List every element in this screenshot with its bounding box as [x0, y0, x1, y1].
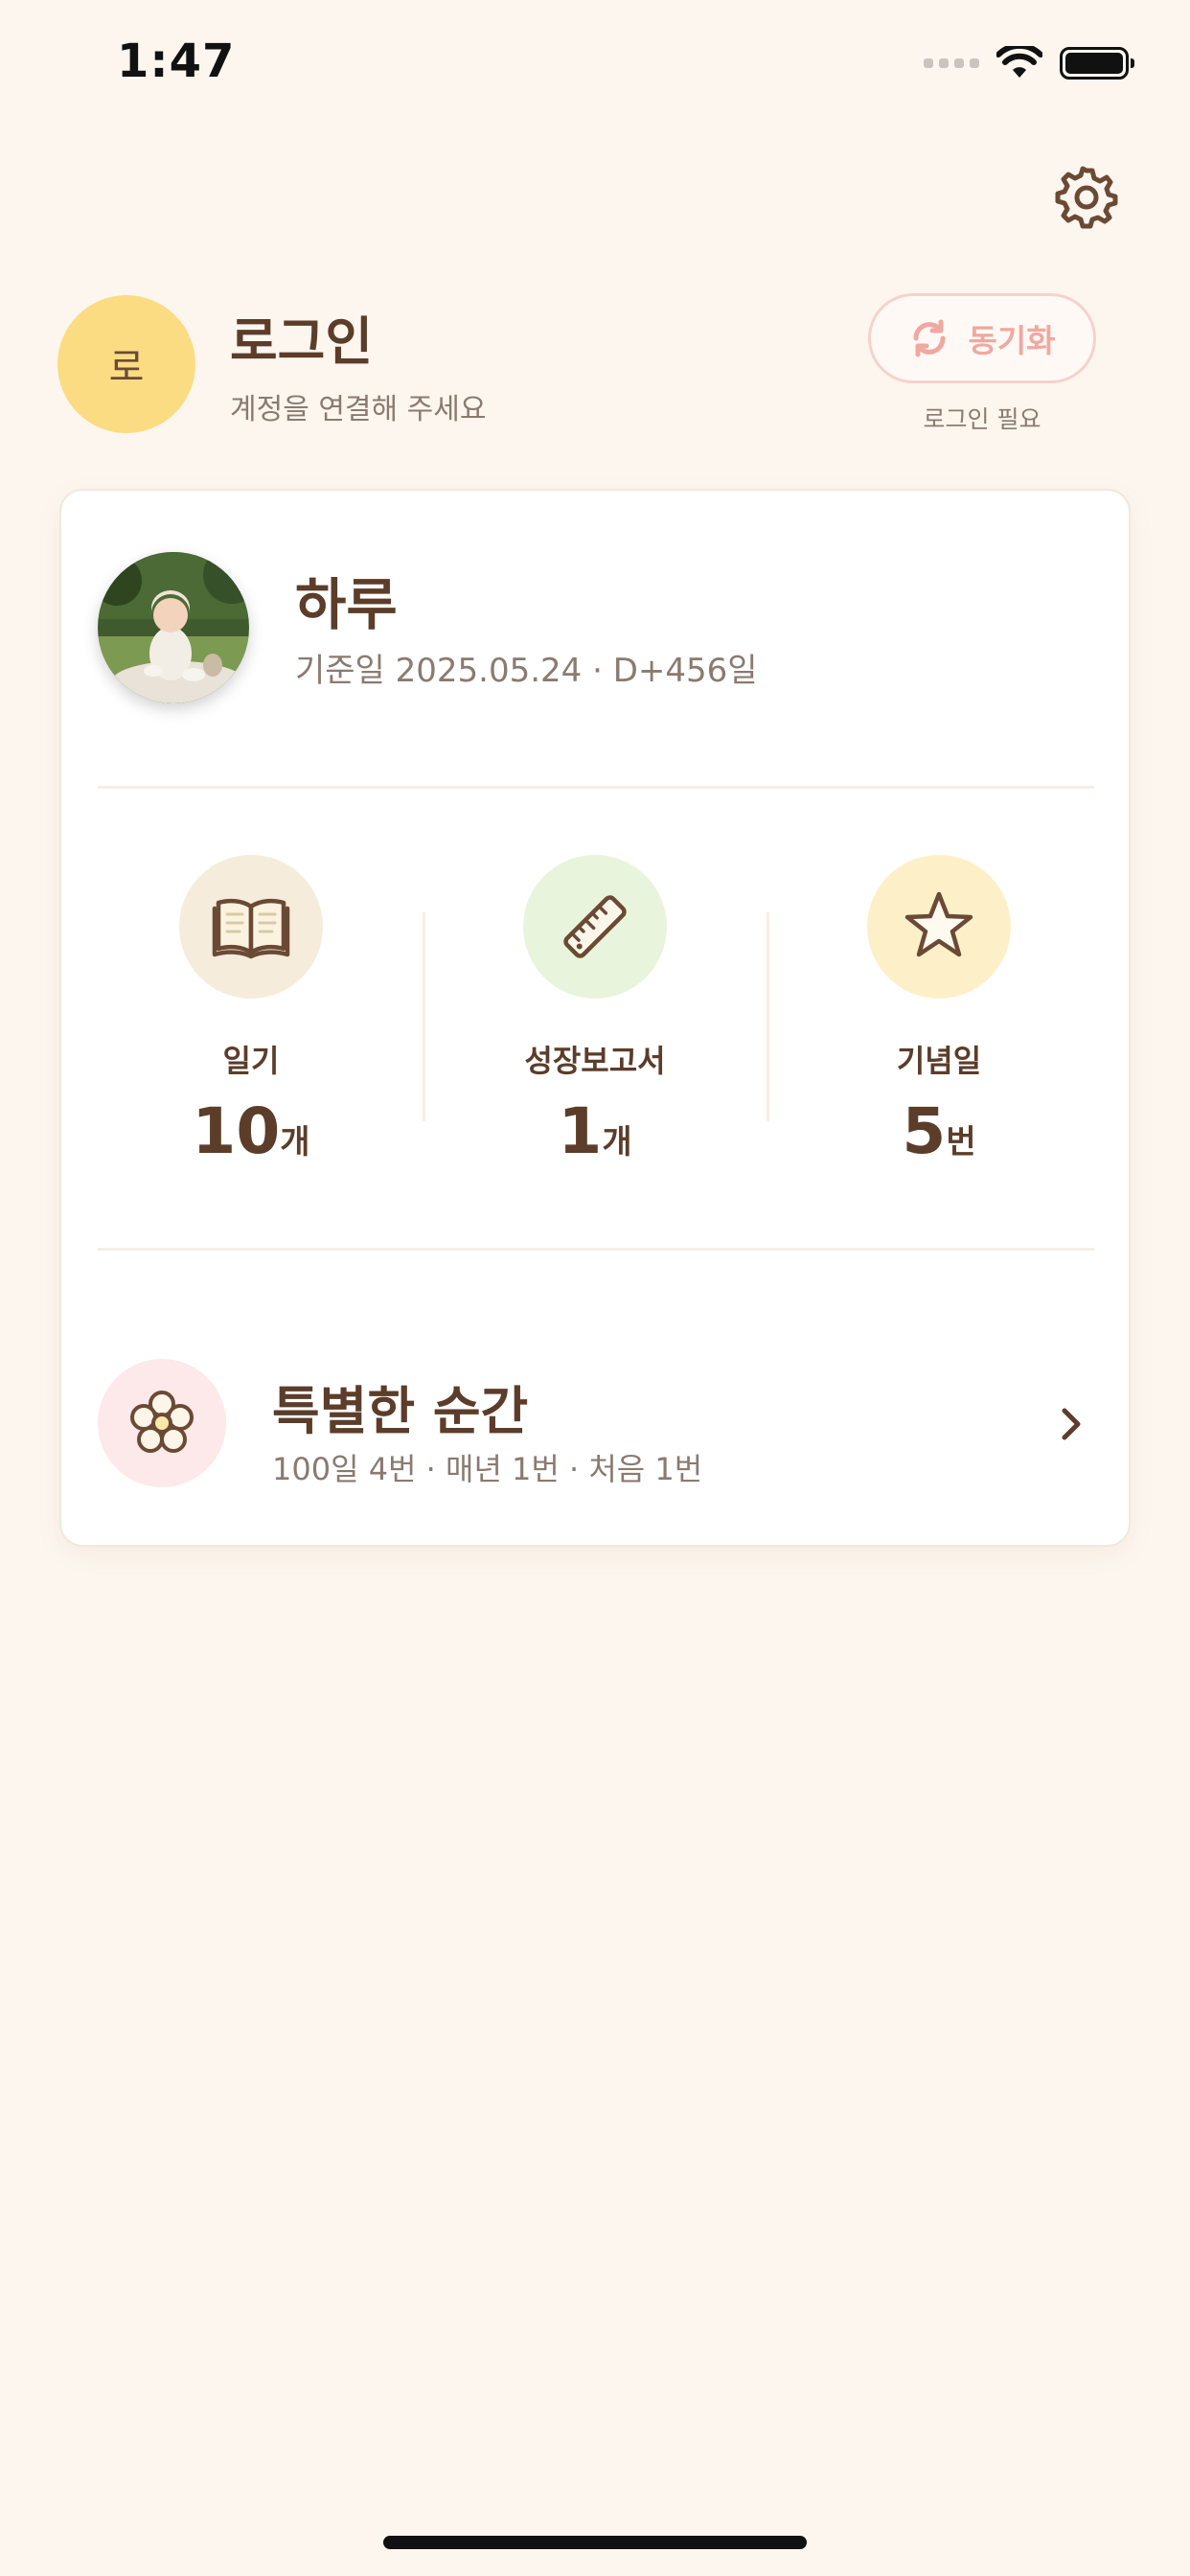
sync-button-label: 동기화	[968, 322, 1056, 359]
status-bar: 1:47	[0, 0, 1190, 134]
login-title[interactable]: 로그인	[230, 299, 373, 375]
stat-diary-label: 일기	[222, 1043, 280, 1079]
settings-button[interactable]	[1052, 163, 1121, 232]
stat-diary-circle	[179, 855, 323, 999]
stat-anniversary-unit: 번	[946, 1123, 976, 1162]
stat-growth-circle	[523, 855, 667, 999]
baby-photo-image	[98, 552, 249, 703]
special-moments-title: 특별한 순간	[272, 1381, 529, 1441]
book-icon	[212, 898, 290, 959]
star-icon	[904, 891, 973, 957]
special-moments-row[interactable]: 특별한 순간 100일 4번 · 매년 1번 · 처음 1번	[61, 1334, 1129, 1506]
baby-summary-card: 하루 기준일 2025.05.24 · D+456일 일기 10개 성장보고서 …	[59, 489, 1131, 1547]
wifi-icon	[996, 46, 1042, 78]
stat-anniversary-label: 기념일	[896, 1043, 982, 1079]
gear-icon	[1055, 166, 1118, 229]
stat-diary[interactable]: 일기 10개	[107, 855, 395, 1181]
baby-photo[interactable]	[98, 552, 249, 703]
stat-anniversary-circle	[867, 855, 1011, 999]
login-subtitle: 계정을 연결해 주세요	[230, 393, 487, 426]
sync-note: 로그인 필요	[923, 405, 1041, 433]
stat-growth-number: 1	[558, 1094, 603, 1168]
baby-meta: 기준일 2025.05.24 · D+456일	[295, 652, 758, 690]
stat-growth-label: 성장보고서	[524, 1043, 666, 1079]
divider	[767, 912, 769, 1121]
stat-growth-value: 1개	[451, 1094, 739, 1168]
cellular-signal-icon	[924, 58, 979, 68]
stat-anniversary-value: 5번	[795, 1094, 1083, 1168]
stat-anniversary[interactable]: 기념일 5번	[795, 855, 1083, 1181]
status-icons	[924, 44, 1134, 82]
chevron-right-icon[interactable]	[1048, 1397, 1094, 1451]
home-indicator[interactable]	[383, 2536, 807, 2549]
stat-growth-unit: 개	[602, 1123, 632, 1162]
refresh-icon	[913, 319, 946, 357]
sync-button[interactable]: 동기화	[868, 293, 1096, 383]
divider	[423, 912, 425, 1121]
special-moments-subtitle: 100일 4번 · 매년 1번 · 처음 1번	[272, 1451, 703, 1487]
ruler-icon	[563, 895, 627, 958]
battery-icon	[1060, 47, 1134, 80]
stat-anniversary-number: 5	[902, 1094, 947, 1168]
baby-name: 하루	[295, 572, 398, 637]
avatar[interactable]: 로	[57, 295, 195, 433]
status-time: 1:47	[117, 34, 236, 88]
special-moments-icon	[98, 1359, 226, 1487]
divider	[98, 1248, 1094, 1251]
stat-diary-value: 10개	[107, 1094, 395, 1168]
stat-growth-report[interactable]: 성장보고서 1개	[451, 855, 739, 1181]
flower-icon	[130, 1391, 194, 1453]
divider	[98, 786, 1094, 789]
stat-diary-number: 10	[192, 1094, 281, 1168]
stat-diary-unit: 개	[280, 1123, 310, 1162]
